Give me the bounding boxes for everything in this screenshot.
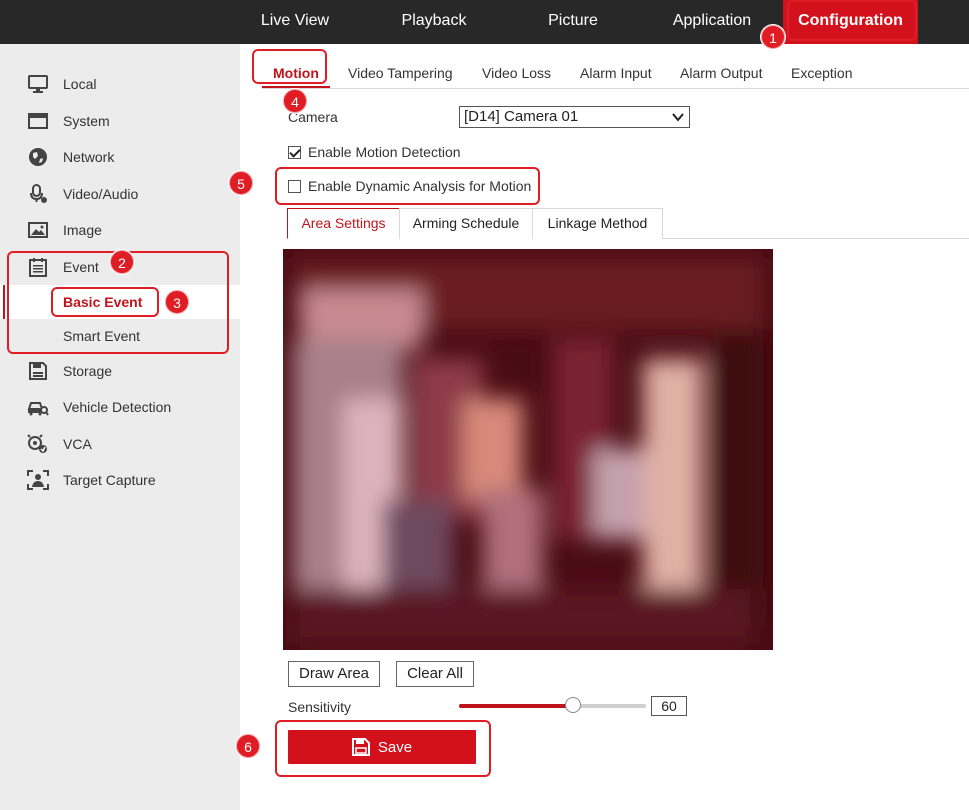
enable-dynamic-analysis-label: Enable Dynamic Analysis for Motion [308,178,532,194]
top-nav-picture[interactable]: Picture [516,0,630,44]
tab-alarm-output[interactable]: Alarm Output [680,65,762,81]
top-nav-bar: Live View Playback Picture Application C… [0,0,969,44]
microphone-icon [27,183,49,205]
sensitivity-slider-thumb[interactable] [565,697,582,713]
monitor-icon [27,73,49,95]
sidebar-item-vehicle-detection[interactable]: Vehicle Detection [0,390,240,424]
top-nav-configuration[interactable]: Configuration [783,0,918,44]
sidebar-item-label: Local [63,76,97,92]
annotation-badge: 5 [229,171,253,195]
top-nav-playback[interactable]: Playback [377,0,491,44]
tab-arming-schedule[interactable]: Arming Schedule [399,208,533,239]
floppy-icon [351,738,370,756]
save-button-label: Save [377,738,413,756]
chevron-down-icon [671,110,685,124]
car-search-icon [27,396,49,418]
sidebar-item-label: Video/Audio [63,186,139,202]
camera-select[interactable]: [D14] Camera 01 [459,106,690,128]
video-preview[interactable] [283,249,773,650]
sensitivity-value-field[interactable]: 60 [651,696,687,716]
sidebar-item-label: VCA [63,436,92,452]
top-nav-application[interactable]: Application [655,0,769,44]
sensitivity-slider-fill [459,704,572,708]
tab-linkage-method[interactable]: Linkage Method [532,208,663,239]
sidebar-item-label: Target Capture [63,472,156,488]
annotation-badge: 2 [110,250,134,274]
sidebar-subitem-label: Smart Event [63,328,141,344]
tab-exception[interactable]: Exception [791,65,852,81]
tab-video-loss[interactable]: Video Loss [482,65,551,81]
clear-all-button[interactable]: Clear All [396,661,474,687]
sidebar-item-label: System [63,113,110,129]
enable-dynamic-analysis-checkbox[interactable] [288,180,301,193]
app-window: Live View Playback Picture Application C… [0,0,969,810]
sensitivity-slider[interactable] [459,697,646,713]
event-subtabs: Motion Video Tampering Video Loss Alarm … [262,57,969,89]
target-capture-icon [27,469,49,491]
sidebar-item-system[interactable]: System [0,104,240,138]
vca-icon [27,433,49,455]
sensitivity-label: Sensitivity [288,699,352,715]
camera-select-value: [D14] Camera 01 [464,108,579,125]
annotation-badge: 4 [283,89,307,113]
annotation-badge: 1 [761,25,785,49]
enable-motion-label: Enable Motion Detection [308,144,461,160]
blurred-camera-image [283,249,773,650]
sidebar-item-label: Image [63,222,102,238]
globe-icon [27,146,49,168]
sidebar-item-label: Storage [63,363,113,379]
sidebar-item-video-audio[interactable]: Video/Audio [0,177,240,211]
sidebar-item-storage[interactable]: Storage [0,354,240,388]
sidebar-item-network[interactable]: Network [0,140,240,174]
window-icon [27,110,49,132]
sidebar-subitem-basic-event[interactable]: Basic Event [0,285,240,319]
sidebar-item-vca[interactable]: VCA [0,427,240,461]
save-button[interactable]: Save [288,730,476,764]
tab-alarm-input[interactable]: Alarm Input [580,65,652,81]
top-nav-live-view[interactable]: Live View [238,0,352,44]
annotation-badge: 6 [236,734,260,758]
sidebar-item-label: Network [63,149,115,165]
motion-settings-tabs: Area Settings Arming Schedule Linkage Me… [287,208,969,239]
active-tab-underline [262,86,330,88]
sidebar-item-local[interactable]: Local [0,67,240,101]
floppy-icon [27,360,49,382]
sidebar-item-label: Event [63,259,99,275]
sidebar-item-image[interactable]: Image [0,213,240,247]
annotation-badge: 3 [165,290,189,314]
tab-motion[interactable]: Motion [273,65,319,81]
calendar-icon [27,256,49,278]
sidebar-subitem-smart-event[interactable]: Smart Event [0,319,240,353]
enable-motion-checkbox[interactable] [288,146,301,159]
sidebar-subitem-label: Basic Event [63,294,143,310]
sidebar-item-target-capture[interactable]: Target Capture [0,463,240,497]
tab-video-tampering[interactable]: Video Tampering [348,65,453,81]
image-icon [27,219,49,241]
sidebar-item-label: Vehicle Detection [63,399,172,415]
tab-area-settings[interactable]: Area Settings [287,208,400,239]
draw-area-button[interactable]: Draw Area [288,661,380,687]
